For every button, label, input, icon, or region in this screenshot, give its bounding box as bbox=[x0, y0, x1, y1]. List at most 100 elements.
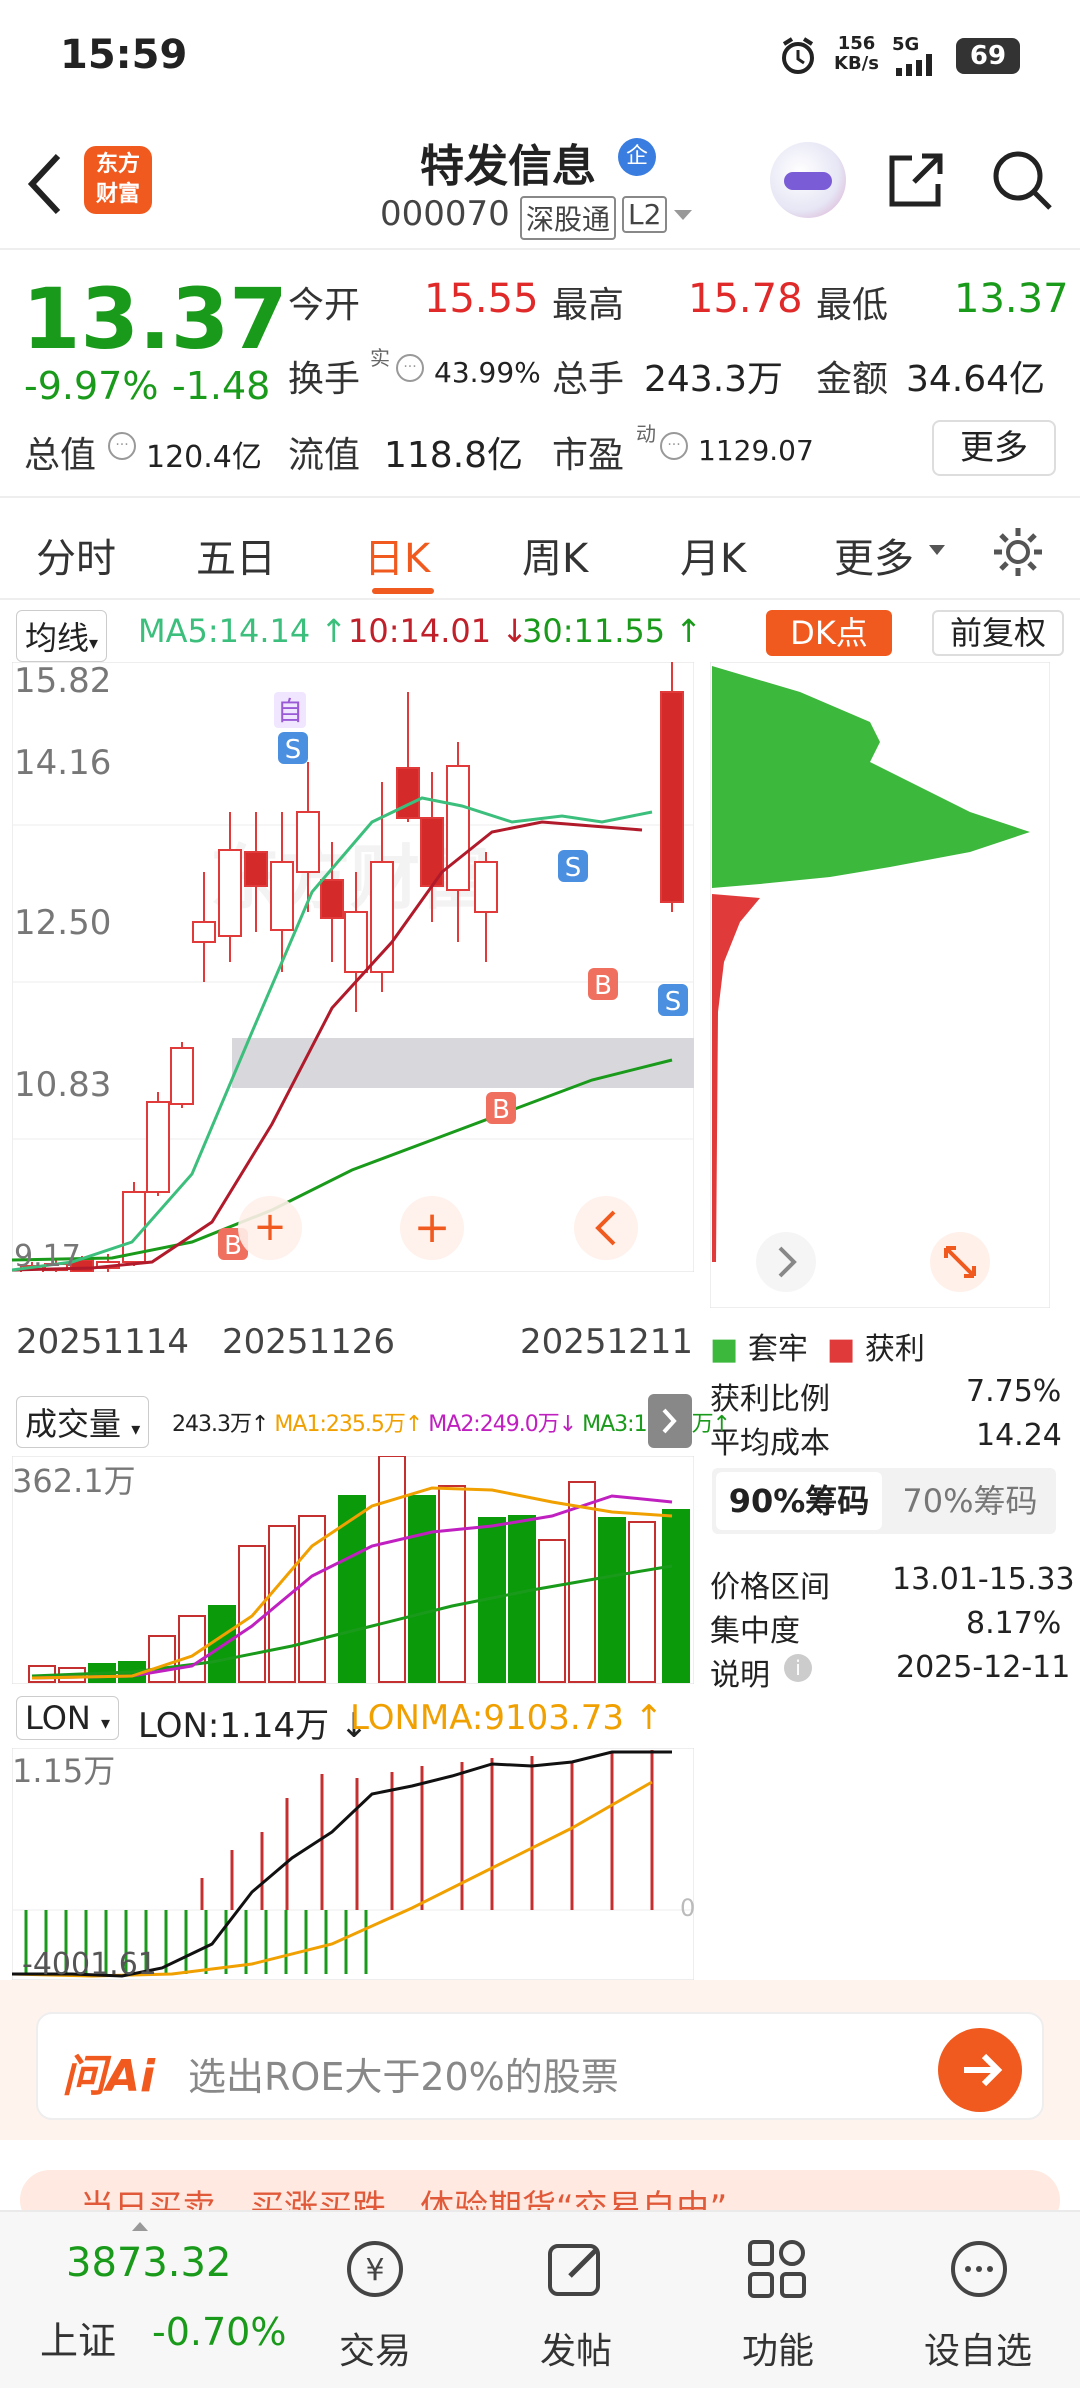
ma30-legend: 30:11.55 ↑ bbox=[522, 612, 703, 650]
price-zone bbox=[232, 1038, 694, 1088]
index-name: 上证 bbox=[40, 2319, 117, 2363]
last-price: 13.37 bbox=[22, 270, 288, 368]
adjust-button[interactable]: 前复权 bbox=[932, 610, 1064, 656]
indicator-select[interactable]: 均线▾ bbox=[16, 610, 108, 662]
candle-body bbox=[660, 691, 684, 903]
buy-marker: B bbox=[492, 1095, 510, 1125]
chip-distribution-chart[interactable] bbox=[710, 662, 1050, 1308]
gear-icon[interactable] bbox=[990, 524, 1046, 580]
more-button[interactable]: 更多 bbox=[932, 420, 1056, 476]
ai-prompt[interactable]: 选出ROE大于20%的股票 bbox=[188, 2046, 619, 2101]
note-date: 2025-12-11 bbox=[896, 1650, 1071, 1685]
info-icon[interactable]: ··· bbox=[660, 432, 688, 460]
change-percent: -9.97% bbox=[24, 364, 159, 408]
kline-chart[interactable]: 东方财富 自 S S S B B B + + 15.82 14.16 12.50… bbox=[12, 662, 694, 1272]
candle-body bbox=[446, 765, 470, 891]
clock: 15:59 bbox=[60, 32, 188, 78]
share-icon[interactable] bbox=[884, 148, 948, 212]
ai-submit-button[interactable] bbox=[938, 2028, 1022, 2112]
pe-label: 市盈 bbox=[552, 435, 625, 476]
battery-icon: 69 bbox=[956, 38, 1020, 74]
function-icon[interactable] bbox=[742, 2234, 812, 2304]
caret-down-icon bbox=[929, 545, 945, 555]
mktcap-value: 120.4亿 bbox=[146, 440, 262, 475]
lon-indicator-select[interactable]: LON ▾ bbox=[16, 1696, 120, 1740]
candle-body bbox=[320, 879, 344, 919]
volume-bar bbox=[508, 1515, 536, 1683]
chip-tab-70[interactable]: 70%筹码 bbox=[888, 1472, 1052, 1530]
trade-icon[interactable]: ¥ bbox=[340, 2234, 410, 2304]
chip-tab-90[interactable]: 90%筹码 bbox=[716, 1472, 882, 1530]
info-icon[interactable]: i bbox=[784, 1654, 812, 1682]
dk-point-button[interactable]: DK点 bbox=[766, 610, 892, 656]
net-speed: 156 KB/s bbox=[834, 33, 879, 74]
volume-bar bbox=[268, 1525, 296, 1683]
lon-value: LON:1.14万 ↓ bbox=[138, 1706, 369, 1746]
tab-weekly-k[interactable]: 周K bbox=[522, 526, 588, 584]
tab-monthly-k[interactable]: 月K bbox=[680, 526, 746, 584]
app-logo[interactable]: 东方 财富 bbox=[84, 146, 152, 214]
volume-label: 总手 bbox=[552, 359, 625, 400]
candle-body bbox=[192, 921, 216, 943]
volume-indicator-select[interactable]: 成交量 ▾ bbox=[16, 1396, 150, 1448]
candle bbox=[660, 662, 684, 912]
assistant-avatar[interactable] bbox=[770, 142, 846, 218]
back-icon[interactable] bbox=[24, 152, 64, 216]
pe-value: 1129.07 bbox=[698, 434, 814, 467]
search-icon[interactable] bbox=[990, 148, 1054, 212]
alarm-icon bbox=[782, 37, 814, 74]
open-label: 今开 bbox=[288, 285, 361, 326]
plus-icon: + bbox=[414, 1202, 451, 1253]
candle-body bbox=[474, 861, 498, 913]
ai-assistant-bar: 问Ai 选出ROE大于20%的股票 bbox=[0, 1980, 1080, 2140]
info-icon[interactable]: ··· bbox=[396, 354, 424, 382]
tab-more[interactable]: 更多 bbox=[834, 526, 914, 584]
candle-body bbox=[344, 911, 368, 973]
lon-chart[interactable]: 1.15万 -4001.61 0 bbox=[12, 1748, 694, 1980]
index-value[interactable]: 3873.32 bbox=[66, 2240, 231, 2286]
note-label: 说明 bbox=[710, 1658, 770, 1693]
expand-indicator-button[interactable] bbox=[648, 1394, 692, 1448]
concentration-value: 8.17% bbox=[966, 1606, 1062, 1641]
concentration-label: 集中度 bbox=[710, 1614, 800, 1649]
y-label: 14.16 bbox=[14, 743, 111, 783]
nav-add-watchlist[interactable]: 设自选 bbox=[918, 2322, 1038, 2374]
status-bar: 15:59 156 KB/s 5G 69 bbox=[0, 0, 1080, 120]
info-icon[interactable]: ··· bbox=[108, 432, 136, 460]
candle-body bbox=[296, 811, 320, 873]
x-label: 20251126 bbox=[222, 1322, 396, 1362]
avg-cost-value: 14.24 bbox=[976, 1418, 1062, 1453]
level-tag[interactable]: L2 bbox=[622, 196, 668, 233]
nav-post[interactable]: 发帖 bbox=[516, 2322, 636, 2374]
lon-bottom-label: -4001.61 bbox=[22, 1947, 157, 1980]
float-label: 流值 bbox=[288, 435, 361, 476]
tab-intraday[interactable]: 分时 bbox=[36, 526, 116, 584]
amount-value: 34.64亿 bbox=[906, 359, 1046, 400]
x-label: 20251211 bbox=[520, 1322, 694, 1362]
add-watchlist-icon[interactable] bbox=[944, 2234, 1014, 2304]
nav-trade[interactable]: 交易 bbox=[315, 2322, 435, 2374]
chart-area: 均线▾ MA5:14.14 ↑ 10:14.01 ↓ 30:11.55 ↑ DK… bbox=[0, 600, 1080, 1980]
enterprise-badge: 企 bbox=[618, 138, 656, 176]
bottom-nav: 3873.32 上证 -0.70% ¥ 交易 发帖 功能 设自选 bbox=[0, 2210, 1080, 2388]
stock-header: 东方 财富 特发信息 企 000070 深股通 L2 bbox=[0, 120, 1080, 250]
tab-five-day[interactable]: 五日 bbox=[196, 526, 276, 584]
tab-daily-k[interactable]: 日K bbox=[364, 526, 430, 584]
float-value: 118.8亿 bbox=[384, 435, 524, 476]
candle-body bbox=[244, 851, 268, 887]
ma10-legend: 10:14.01 ↓ bbox=[348, 612, 529, 650]
volume-chart[interactable]: 362.1万 bbox=[12, 1456, 694, 1684]
scroll-left-button[interactable] bbox=[574, 1196, 638, 1260]
turnover-label: 换手 bbox=[288, 359, 361, 400]
chevron-down-icon[interactable] bbox=[672, 208, 694, 222]
post-icon[interactable] bbox=[542, 2234, 612, 2304]
low-value: 13.37 bbox=[954, 276, 1069, 322]
open-value: 15.55 bbox=[424, 276, 539, 322]
ai-search-box[interactable]: 问Ai 选出ROE大于20%的股票 bbox=[36, 2012, 1044, 2120]
range-label: 价格区间 bbox=[710, 1570, 830, 1605]
volume-value: 243.3万 bbox=[644, 359, 784, 400]
expand-button[interactable] bbox=[756, 1232, 816, 1292]
candle-body bbox=[170, 1047, 194, 1105]
candle-body bbox=[370, 861, 394, 973]
nav-function[interactable]: 功能 bbox=[718, 2322, 838, 2374]
